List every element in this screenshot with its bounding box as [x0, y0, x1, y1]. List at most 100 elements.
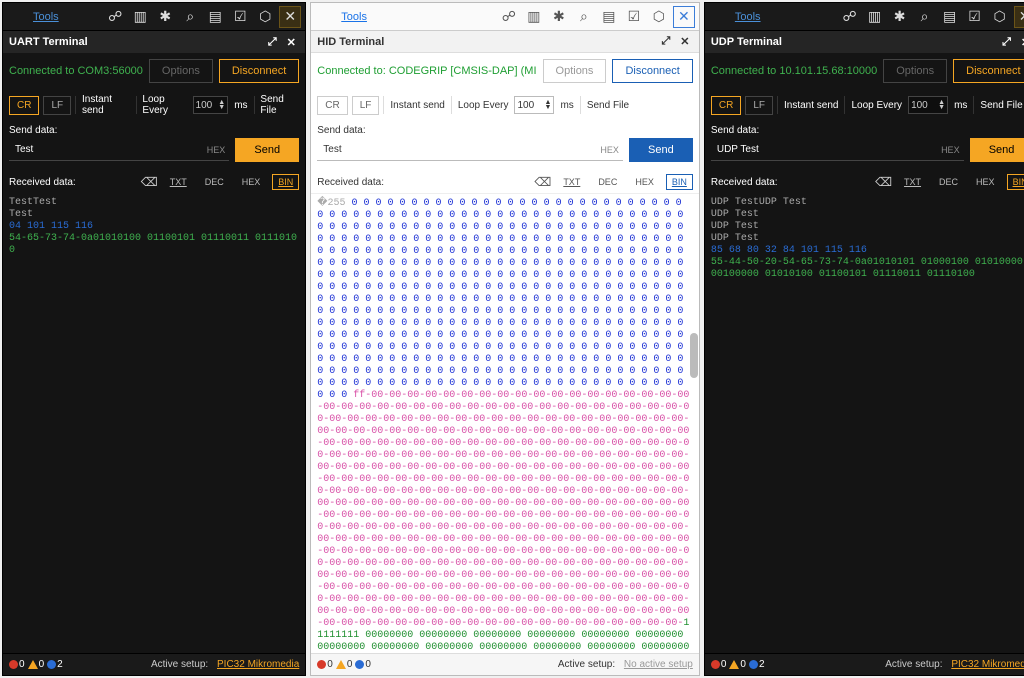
hex-toggle[interactable]: HEX: [600, 145, 619, 155]
expand-icon[interactable]: ⤢: [264, 36, 280, 49]
status-errors[interactable]: 0: [317, 659, 333, 670]
library-icon[interactable]: ▥: [523, 6, 545, 28]
instant-send-label[interactable]: Instant send: [782, 100, 840, 111]
send-file-button[interactable]: Send File: [258, 94, 299, 116]
tools-link[interactable]: Tools: [705, 11, 839, 23]
expand-icon[interactable]: ⤢: [999, 36, 1015, 49]
send-row: Test HEX Send: [3, 136, 305, 168]
clear-icon[interactable]: ⌫: [875, 175, 892, 189]
disconnect-button[interactable]: Disconnect: [219, 59, 299, 83]
format-bin[interactable]: BIN: [272, 174, 299, 190]
format-txt[interactable]: TXT: [557, 174, 586, 190]
bug-icon[interactable]: ✱: [154, 6, 176, 28]
status-errors[interactable]: 0: [9, 659, 25, 670]
cr-toggle[interactable]: CR: [711, 96, 741, 115]
format-bin[interactable]: BIN: [1007, 174, 1024, 190]
cr-toggle[interactable]: CR: [317, 96, 347, 115]
send-button[interactable]: Send: [629, 138, 693, 162]
loop-interval-input[interactable]: 100▲▼: [514, 96, 554, 114]
bug-icon[interactable]: ✱: [889, 6, 911, 28]
status-info[interactable]: 2: [47, 659, 63, 670]
status-errors[interactable]: 0: [711, 659, 727, 670]
clear-icon[interactable]: ⌫: [534, 175, 551, 189]
tools-link[interactable]: Tools: [311, 11, 498, 23]
format-hex[interactable]: HEX: [970, 174, 1001, 190]
search-icon[interactable]: ⌕: [179, 6, 201, 28]
bug-icon[interactable]: ✱: [548, 6, 570, 28]
file-icon[interactable]: ▤: [939, 6, 961, 28]
cube-icon[interactable]: ⬡: [648, 6, 670, 28]
loop-interval-input[interactable]: 100▲▼: [193, 96, 229, 114]
tools-icon[interactable]: ✕: [279, 6, 301, 28]
received-data-area[interactable]: �255 0 0 0 0 0 0 0 0 0 0 0 0 0 0 0 0 0 0…: [311, 193, 699, 653]
format-hex[interactable]: HEX: [629, 174, 660, 190]
library-icon[interactable]: ▥: [129, 6, 151, 28]
lf-toggle[interactable]: LF: [43, 96, 71, 115]
graph-icon[interactable]: ☍: [498, 6, 520, 28]
spin-arrows-icon[interactable]: ▲▼: [545, 100, 552, 110]
options-button[interactable]: Options: [883, 59, 947, 83]
file-icon[interactable]: ▤: [204, 6, 226, 28]
send-button[interactable]: Send: [235, 138, 299, 162]
tools-icon[interactable]: ✕: [1014, 6, 1024, 28]
status-info[interactable]: 0: [355, 659, 371, 670]
rx-text: TestTest Test: [9, 197, 57, 220]
format-dec[interactable]: DEC: [592, 174, 623, 190]
status-warnings[interactable]: 0: [28, 659, 45, 670]
format-hex[interactable]: HEX: [236, 174, 267, 190]
search-icon[interactable]: ⌕: [573, 6, 595, 28]
scrollbar[interactable]: [690, 198, 698, 649]
format-dec[interactable]: DEC: [199, 174, 230, 190]
cube-icon[interactable]: ⬡: [254, 6, 276, 28]
check-icon[interactable]: ☑: [964, 6, 986, 28]
lf-toggle[interactable]: LF: [352, 96, 380, 115]
rx-hex: 54-65-73-74-0a: [9, 233, 93, 244]
send-data-input[interactable]: Test HEX: [9, 139, 229, 161]
check-icon[interactable]: ☑: [229, 6, 251, 28]
active-setup-value[interactable]: PIC32 Mikromedia: [951, 659, 1024, 670]
send-data-input[interactable]: Test HEX: [317, 139, 623, 161]
disconnect-button[interactable]: Disconnect: [953, 59, 1024, 83]
active-setup-value[interactable]: No active setup: [624, 659, 693, 670]
library-icon[interactable]: ▥: [864, 6, 886, 28]
disconnect-button[interactable]: Disconnect: [612, 59, 692, 83]
cr-toggle[interactable]: CR: [9, 96, 39, 115]
instant-send-label[interactable]: Instant send: [388, 100, 446, 111]
lf-toggle[interactable]: LF: [745, 96, 773, 115]
status-warnings[interactable]: 0: [729, 659, 746, 670]
close-icon[interactable]: ✕: [677, 35, 693, 48]
expand-icon[interactable]: ⤢: [658, 35, 674, 48]
send-button[interactable]: Send: [970, 138, 1024, 162]
format-txt[interactable]: TXT: [898, 174, 927, 190]
close-icon[interactable]: ✕: [283, 36, 299, 49]
instant-send-label[interactable]: Instant send: [80, 94, 132, 116]
format-txt[interactable]: TXT: [164, 174, 193, 190]
spin-arrows-icon[interactable]: ▲▼: [218, 100, 225, 110]
search-icon[interactable]: ⌕: [914, 6, 936, 28]
send-data-input[interactable]: UDP Test HEX: [711, 139, 964, 161]
close-icon[interactable]: ✕: [1018, 36, 1024, 49]
format-bin[interactable]: BIN: [666, 174, 693, 190]
format-dec[interactable]: DEC: [933, 174, 964, 190]
active-setup-value[interactable]: PIC32 Mikromedia: [217, 659, 299, 670]
clear-icon[interactable]: ⌫: [141, 175, 158, 189]
check-icon[interactable]: ☑: [623, 6, 645, 28]
loop-interval-input[interactable]: 100▲▼: [908, 96, 948, 114]
tools-icon[interactable]: ✕: [673, 6, 695, 28]
options-button[interactable]: Options: [543, 59, 607, 83]
file-icon[interactable]: ▤: [598, 6, 620, 28]
status-info[interactable]: 2: [749, 659, 765, 670]
hex-toggle[interactable]: HEX: [207, 145, 226, 155]
spin-arrows-icon[interactable]: ▲▼: [938, 100, 945, 110]
send-file-button[interactable]: Send File: [978, 100, 1024, 111]
graph-icon[interactable]: ☍: [104, 6, 126, 28]
tools-link[interactable]: Tools: [3, 11, 104, 23]
graph-icon[interactable]: ☍: [839, 6, 861, 28]
send-file-button[interactable]: Send File: [585, 100, 631, 111]
cube-icon[interactable]: ⬡: [989, 6, 1011, 28]
received-data-area[interactable]: UDP TestUDP Test UDP Test UDP Test UDP T…: [705, 193, 1024, 653]
status-warnings[interactable]: 0: [336, 659, 353, 670]
hex-toggle[interactable]: HEX: [941, 145, 960, 155]
options-button[interactable]: Options: [149, 59, 213, 83]
received-data-area[interactable]: TestTest Test 04 101 115 116 54-65-73-74…: [3, 193, 305, 653]
